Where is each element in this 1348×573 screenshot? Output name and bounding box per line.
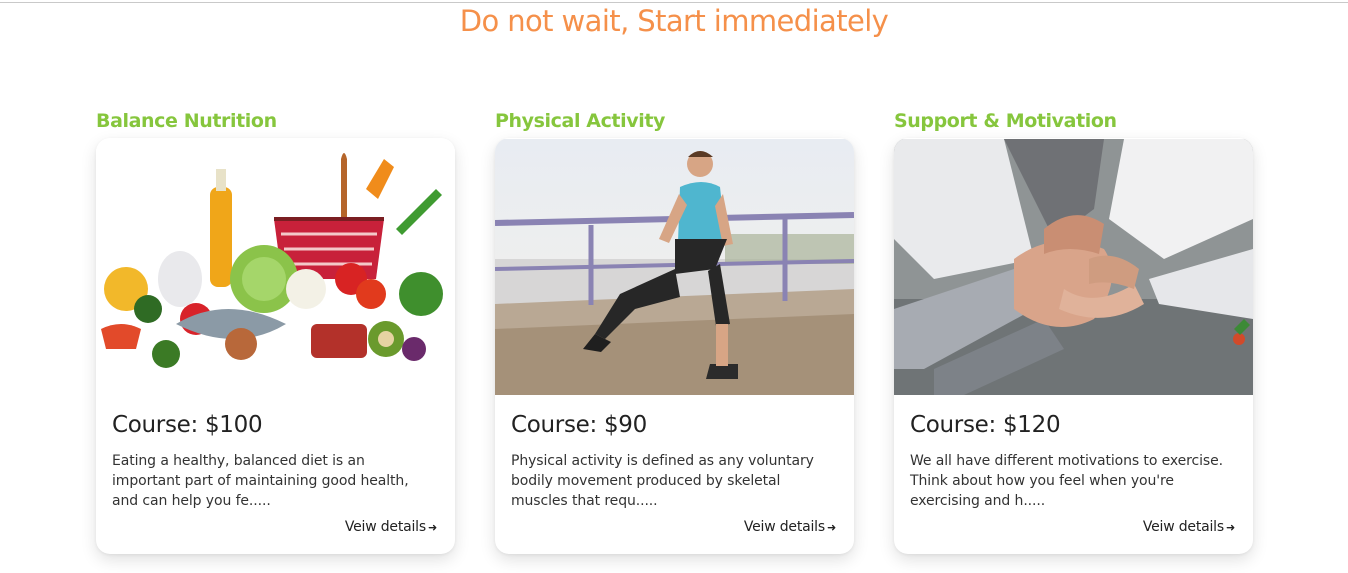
view-details-label: Veiw details	[344, 519, 426, 535]
course-price: Course: $90	[511, 412, 647, 438]
man-stretching-image	[495, 139, 854, 395]
course-card-motivation: Support & Motivation Course: $120 We all…	[894, 106, 1253, 554]
arrow-right-icon: ➜	[427, 521, 437, 534]
card-title: Support & Motivation	[894, 110, 1117, 132]
view-details-label: Veiw details	[743, 519, 825, 535]
course-description: Physical activity is defined as any volu…	[511, 453, 814, 509]
course-card-nutrition: Balance Nutrition Course: $100 Eating a …	[96, 106, 455, 554]
view-details-label: Veiw details	[1142, 519, 1224, 535]
view-details-link[interactable]: Veiw details ➜	[1143, 519, 1235, 535]
view-details-link[interactable]: Veiw details ➜	[744, 519, 836, 535]
section-headline: Do not wait, Start immediately	[459, 4, 889, 38]
arrow-right-icon: ➜	[1225, 521, 1235, 534]
top-divider	[0, 2, 1348, 3]
card-title: Balance Nutrition	[96, 110, 277, 132]
course-card-activity: Physical Activity Course: $90 Physical a…	[495, 106, 854, 554]
vegetables-fruits-image	[96, 139, 455, 395]
course-description: We all have different motivations to exe…	[910, 453, 1223, 509]
card-body: Course: $100 Eating a healthy, balanced …	[96, 138, 455, 554]
course-description: Eating a healthy, balanced diet is an im…	[112, 453, 409, 509]
card-body: Course: $90 Physical activity is defined…	[495, 138, 854, 554]
course-price: Course: $100	[112, 412, 263, 438]
view-details-link[interactable]: Veiw details ➜	[345, 519, 437, 535]
course-price: Course: $120	[910, 412, 1061, 438]
card-title: Physical Activity	[495, 110, 665, 132]
arrow-right-icon: ➜	[826, 521, 836, 534]
team-hands-together-image	[894, 139, 1253, 395]
card-body: Course: $120 We all have different motiv…	[894, 138, 1253, 554]
